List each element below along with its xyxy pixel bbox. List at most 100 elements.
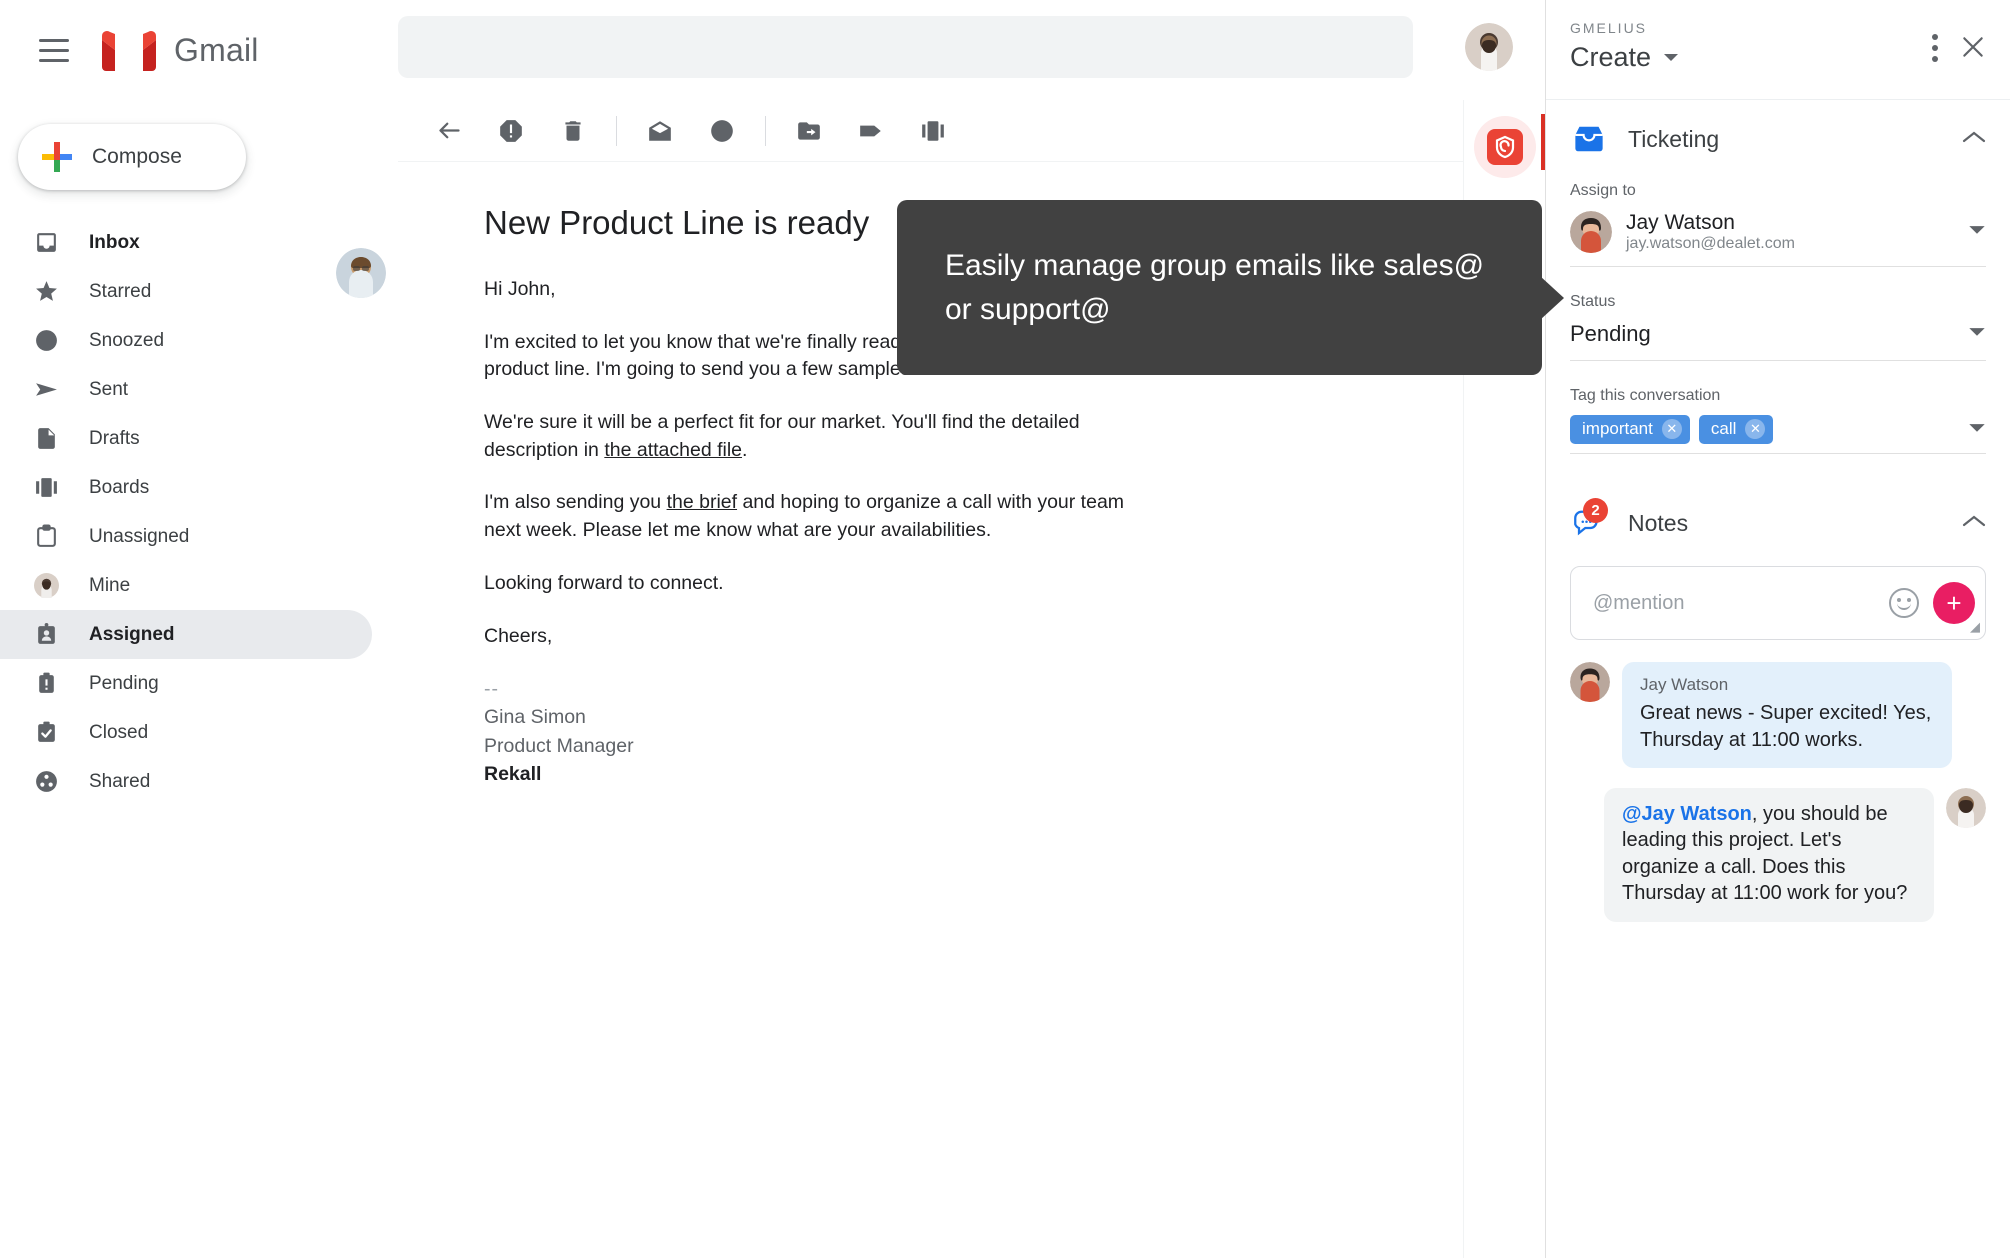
assign-to-label: Assign to [1570, 182, 1636, 199]
gina-simon-avatar [336, 248, 386, 298]
sidebar-item-label: Sent [89, 378, 129, 400]
signature-company: Rekall [484, 762, 542, 785]
gmelius-addon-button[interactable] [1473, 114, 1546, 178]
document-icon [33, 425, 60, 452]
tag-chip-label: call [1710, 419, 1737, 439]
feature-tooltip: Easily manage group emails like sales@ o… [897, 200, 1564, 375]
inbox-icon [33, 229, 60, 256]
gmail-logo[interactable]: Gmail [102, 30, 259, 71]
email-paragraph-4: Looking forward to connect. [484, 571, 724, 594]
email-p2-post: . [742, 438, 748, 461]
sidebar-item-label: Assigned [89, 623, 175, 645]
chevron-up-icon[interactable] [1962, 130, 1986, 149]
sidebar-item-shared[interactable]: Shared [0, 757, 372, 806]
account-avatar[interactable] [1465, 23, 1513, 71]
attached-file-link[interactable]: the attached file [604, 439, 742, 461]
closed-check-icon [33, 719, 60, 746]
avatar-icon [33, 572, 60, 599]
jay-watson-avatar [1570, 662, 1610, 703]
chip-remove-icon[interactable]: ✕ [1661, 419, 1682, 440]
note-bubble: Jay Watson Great news - Super excited! Y… [1622, 662, 1952, 768]
assignee-email: jay.watson@dealet.com [1626, 235, 1795, 253]
notes-bubble-icon: 2 [1570, 498, 1608, 540]
sidebar-item-label: Shared [89, 770, 151, 792]
sidebar-item-label: Drafts [89, 427, 140, 449]
note-mention[interactable]: @Jay Watson [1622, 803, 1752, 825]
sidebar-item-pending[interactable]: Pending [0, 659, 372, 708]
sidebar-item-boards[interactable]: Boards [0, 463, 372, 512]
toolbar-divider [765, 115, 766, 146]
jay-watson-avatar [1570, 210, 1612, 253]
assignee-avatar [1570, 210, 1612, 253]
assignee-name: Jay Watson [1626, 211, 1735, 234]
chip-remove-icon[interactable]: ✕ [1745, 419, 1766, 440]
plus-multicolor-icon [42, 142, 72, 172]
sidebar-item-label: Snoozed [89, 329, 165, 351]
report-spam-icon[interactable] [480, 100, 542, 162]
email-paragraph-2: We're sure it will be a perfect fit for … [484, 409, 1138, 464]
chevron-down-icon[interactable] [1968, 223, 1986, 241]
sidebar-item-sent[interactable]: Sent [0, 365, 372, 414]
sidebar-item-unassigned[interactable]: Unassigned [0, 512, 372, 561]
sidebar-item-label: Inbox [89, 231, 140, 253]
signature-name: Gina Simon [484, 706, 586, 729]
compose-label: Compose [92, 145, 182, 168]
mark-unread-icon[interactable] [629, 100, 691, 162]
email-signature: -- Gina Simon Product Manager Rekall [484, 675, 1138, 788]
label-tag-icon[interactable] [840, 100, 902, 162]
signature-dashes: -- [484, 678, 499, 701]
sidebar-item-mine[interactable]: Mine [0, 561, 372, 610]
email-toolbar [398, 100, 1463, 162]
chevron-down-icon[interactable] [1968, 421, 1986, 439]
create-label: Create [1570, 42, 1652, 72]
ticketing-section-header[interactable]: Ticketing [1546, 100, 2010, 156]
clock-icon [33, 327, 60, 354]
sender-avatar [336, 248, 386, 298]
more-vertical-icon[interactable] [1932, 34, 1938, 62]
assignee-info: Jay Watson jay.watson@dealet.com [1626, 210, 1795, 253]
move-to-folder-icon[interactable] [778, 100, 840, 162]
sidebar-item-drafts[interactable]: Drafts [0, 414, 372, 463]
notes-section-header[interactable]: 2 Notes [1546, 484, 2010, 540]
menu-icon[interactable] [28, 24, 80, 76]
chevron-up-icon[interactable] [1962, 514, 1986, 533]
shared-icon [33, 768, 60, 795]
sidebar-item-inbox[interactable]: Inbox [0, 218, 372, 267]
email-p2-pre: We're sure it will be a perfect fit for … [484, 411, 1080, 461]
tags-field: Tag this conversation important ✕ call ✕ [1546, 387, 2010, 455]
close-icon[interactable] [1960, 34, 1986, 65]
chevron-down-icon[interactable] [1968, 325, 1986, 343]
sidebar-item-assigned[interactable]: Assigned [0, 610, 372, 659]
tooltip-text: Easily manage group emails like sales@ o… [945, 249, 1485, 326]
sidebar-item-starred[interactable]: Starred [0, 267, 372, 316]
email-paragraph-3: I'm also sending you the brief and hopin… [484, 489, 1138, 544]
boards-icon [33, 474, 60, 501]
assignee-row[interactable]: Jay Watson jay.watson@dealet.com [1570, 210, 1986, 268]
tag-chip[interactable]: call ✕ [1698, 415, 1774, 445]
signature-title: Product Manager [484, 734, 634, 757]
ticketing-title: Ticketing [1628, 125, 1720, 152]
ticket-inbox-icon [1570, 122, 1608, 156]
compose-button[interactable]: Compose [18, 124, 246, 190]
sidebar-item-snoozed[interactable]: Snoozed [0, 316, 372, 365]
smiley-icon[interactable] [1889, 588, 1919, 619]
search-input[interactable] [398, 16, 1413, 78]
note-mention-input[interactable] [1593, 591, 1889, 615]
tag-chip-label: important [1582, 419, 1653, 439]
back-icon[interactable] [418, 100, 480, 162]
clipboard-icon [33, 523, 60, 550]
create-dropdown[interactable]: Create [1570, 42, 1679, 73]
pending-icon [33, 670, 60, 697]
delete-icon[interactable] [542, 100, 604, 162]
brief-link[interactable]: the brief [667, 491, 737, 513]
sidebar-item-label: Unassigned [89, 525, 190, 547]
resize-handle[interactable]: ◢ [1970, 619, 1980, 635]
status-row[interactable]: Pending [1570, 321, 1986, 362]
boards-icon[interactable] [902, 100, 964, 162]
tag-chip-list: important ✕ call ✕ [1570, 415, 1986, 455]
star-icon [33, 278, 60, 305]
add-note-icon[interactable]: + [1933, 582, 1975, 625]
snooze-clock-icon[interactable] [691, 100, 753, 162]
tag-chip[interactable]: important ✕ [1570, 415, 1690, 445]
sidebar-item-closed[interactable]: Closed [0, 708, 372, 757]
